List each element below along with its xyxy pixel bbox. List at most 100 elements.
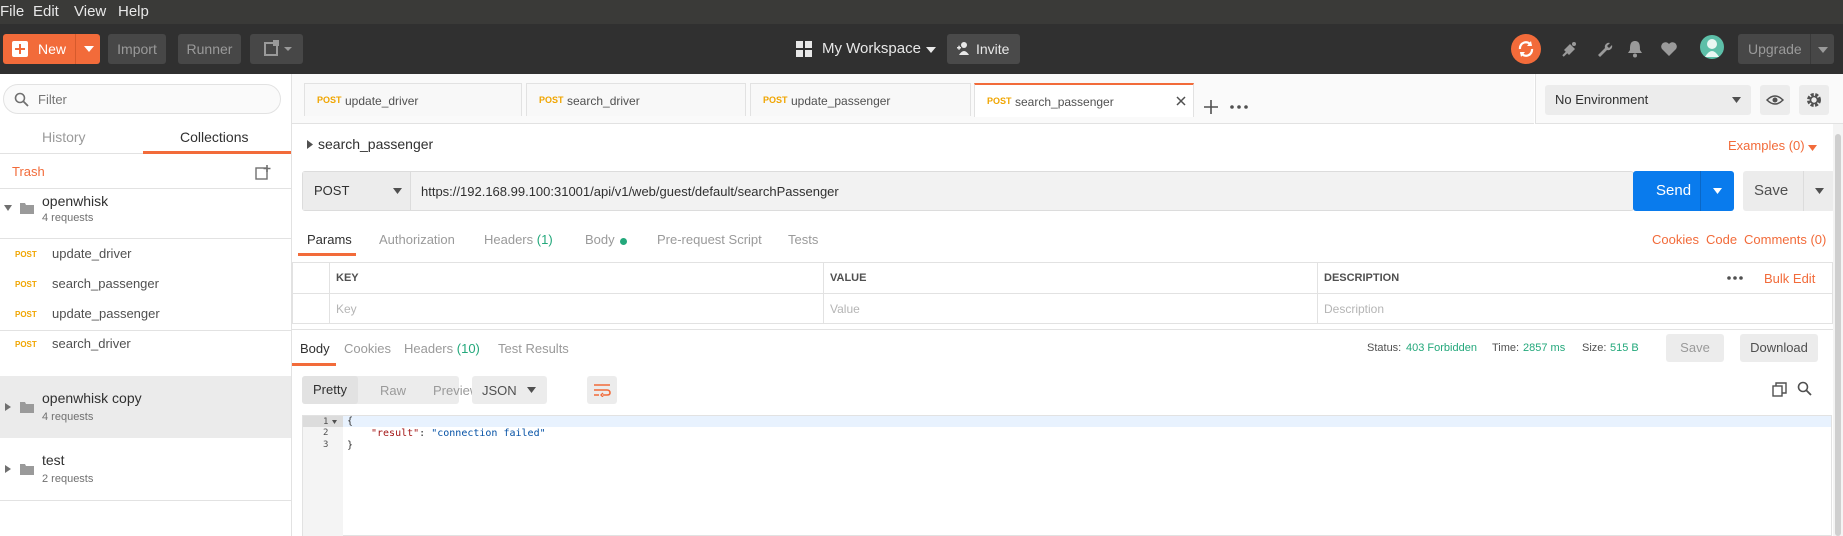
tab-body[interactable]: Body — [585, 232, 615, 247]
tab-response-headers[interactable]: Headers (10) — [404, 341, 480, 356]
code-link[interactable]: Code — [1706, 232, 1737, 247]
response-body-editor[interactable]: 1 2 3 { "result": "connection failed" } — [302, 415, 1832, 536]
copy-icon[interactable] — [1772, 382, 1787, 397]
sidebar: History Collections Trash openwhisk 4 re… — [0, 74, 292, 536]
plus-icon[interactable] — [1204, 100, 1218, 114]
collection-openwhisk-copy[interactable]: openwhisk copy 4 requests — [0, 376, 291, 438]
request-title[interactable]: search_passenger — [318, 136, 433, 152]
chevron-down-icon[interactable] — [1818, 47, 1828, 53]
view-mode-raw[interactable]: Raw — [380, 383, 406, 398]
save-request-button[interactable]: Save — [1743, 171, 1835, 211]
wrap-lines-button[interactable] — [587, 376, 617, 404]
bulk-edit-link[interactable]: Bulk Edit — [1764, 271, 1815, 286]
download-button[interactable]: Download — [1740, 334, 1818, 362]
menu-file[interactable]: File — [0, 3, 24, 20]
examples-dropdown[interactable]: Examples (0) — [1728, 138, 1805, 153]
filter-field[interactable] — [3, 84, 281, 114]
tab-tests[interactable]: Tests — [788, 232, 818, 247]
chevron-down-icon[interactable] — [1713, 188, 1722, 194]
tab-history[interactable]: History — [42, 129, 86, 145]
response-tabs: Body Cookies Headers (10) Test Results S… — [292, 329, 1843, 366]
method-select[interactable]: POST — [303, 172, 411, 210]
chevron-down-icon[interactable] — [1808, 145, 1817, 151]
upgrade-button[interactable]: Upgrade — [1738, 34, 1834, 64]
method-label: POST — [314, 183, 350, 198]
scrollbar-thumb[interactable] — [1835, 134, 1841, 536]
format-label: JSON — [482, 383, 517, 398]
tab-search-driver[interactable]: POST search_driver — [526, 83, 746, 116]
list-item[interactable]: POST update_passenger — [0, 299, 291, 329]
chevron-right-icon[interactable] — [5, 465, 11, 473]
request-name: search_passenger — [52, 276, 159, 291]
tab-collections[interactable]: Collections — [180, 129, 248, 145]
format-select[interactable]: JSON — [472, 376, 547, 404]
chevron-right-icon[interactable] — [5, 403, 11, 411]
fold-icon[interactable] — [332, 420, 337, 424]
key-input[interactable]: Key — [330, 294, 824, 324]
time-value[interactable]: 2857 ms — [1523, 342, 1565, 354]
new-window-icon — [264, 40, 292, 56]
list-item[interactable]: POST update_driver — [0, 239, 291, 269]
table-row-checkbox[interactable] — [292, 294, 330, 324]
active-line-highlight — [303, 416, 1831, 427]
tab-authorization[interactable]: Authorization — [379, 232, 455, 247]
bell-icon[interactable] — [1627, 40, 1643, 58]
manage-environments-button[interactable] — [1799, 85, 1829, 115]
search-icon[interactable] — [1797, 381, 1812, 396]
more-icon[interactable] — [1727, 276, 1743, 280]
close-icon[interactable] — [1176, 96, 1186, 106]
import-button[interactable]: Import — [108, 34, 166, 64]
grid-icon — [796, 41, 812, 57]
code-line: { — [347, 416, 354, 427]
code-line: "result": "connection failed" — [371, 428, 546, 439]
satellite-icon[interactable] — [1561, 40, 1579, 58]
tab-pre-request-script[interactable]: Pre-request Script — [657, 232, 762, 247]
cookies-link[interactable]: Cookies — [1652, 232, 1699, 247]
url-input[interactable] — [421, 182, 1621, 200]
sync-button[interactable] — [1511, 34, 1541, 64]
save-response-button[interactable]: Save — [1666, 334, 1724, 362]
tab-test-results[interactable]: Test Results — [498, 341, 569, 356]
gear-icon — [1807, 93, 1821, 107]
tab-response-body[interactable]: Body — [300, 341, 330, 356]
size-value[interactable]: 515 B — [1610, 342, 1639, 354]
tab-update-passenger[interactable]: POST update_passenger — [750, 83, 971, 116]
more-icon[interactable] — [1230, 105, 1248, 109]
chevron-down-icon[interactable] — [84, 46, 94, 52]
description-input[interactable]: Description — [1318, 294, 1833, 324]
wrench-icon[interactable] — [1595, 40, 1613, 58]
new-window-button[interactable] — [250, 34, 303, 64]
chevron-down-icon[interactable] — [1815, 188, 1824, 194]
send-button[interactable]: Send — [1633, 171, 1734, 211]
invite-button[interactable]: Invite — [947, 34, 1020, 64]
avatar[interactable] — [1700, 35, 1724, 59]
chevron-down-icon[interactable] — [4, 205, 12, 211]
tab-search-passenger[interactable]: POST search_passenger — [974, 83, 1194, 117]
tab-response-cookies[interactable]: Cookies — [344, 341, 391, 356]
menu-help[interactable]: Help — [118, 3, 149, 20]
value-input[interactable]: Value — [824, 294, 1318, 324]
request-subtabs: Params Authorization Headers (1) Body Pr… — [292, 227, 1843, 257]
main-scrollbar[interactable] — [1833, 124, 1843, 536]
status-value[interactable]: 403 Forbidden — [1406, 342, 1477, 354]
environment-quick-look-button[interactable] — [1760, 85, 1790, 115]
comments-link[interactable]: Comments (0) — [1744, 232, 1826, 247]
tab-update-driver[interactable]: POST update_driver — [304, 83, 522, 116]
new-collection-icon[interactable] — [255, 165, 271, 181]
environment-select[interactable]: No Environment — [1545, 85, 1751, 115]
view-mode-pretty[interactable]: Pretty — [302, 376, 358, 404]
chevron-right-icon[interactable] — [307, 140, 313, 149]
collection-test[interactable]: test 2 requests — [0, 438, 291, 500]
list-item[interactable]: POST search_passenger — [0, 269, 291, 299]
collection-openwhisk[interactable]: openwhisk 4 requests — [0, 189, 291, 229]
tab-params[interactable]: Params — [307, 232, 352, 247]
heart-icon[interactable] — [1660, 41, 1678, 57]
new-button[interactable]: New — [3, 34, 100, 64]
trash-link[interactable]: Trash — [12, 164, 45, 179]
list-item[interactable]: POST search_driver — [0, 329, 291, 359]
filter-input[interactable] — [38, 90, 268, 108]
menu-view[interactable]: View — [74, 3, 106, 20]
tab-headers[interactable]: Headers (1) — [484, 232, 553, 247]
menu-edit[interactable]: Edit — [33, 3, 59, 20]
runner-button[interactable]: Runner — [178, 34, 241, 64]
